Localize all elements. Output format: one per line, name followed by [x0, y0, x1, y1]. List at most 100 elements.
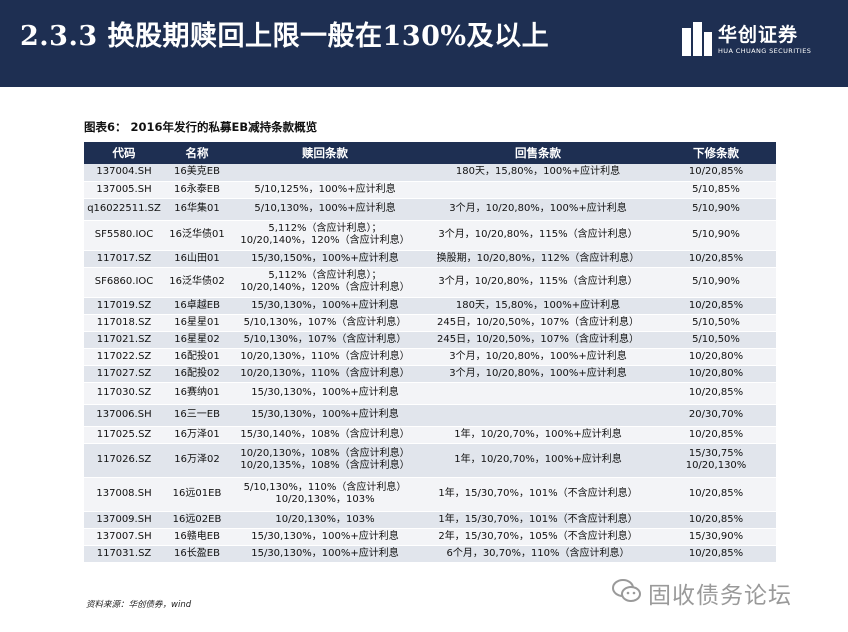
table-row: SF5580.IOC 16泛华债01 5,112%（含应计利息）； 10/20,14…	[84, 220, 776, 251]
cell-put: 6个月，30,70%，110%（含应计利息）	[420, 545, 656, 563]
cell-redeem: 5/10,130%，107%（含应计利息）	[230, 331, 420, 349]
cell-name: 16三一EB	[164, 404, 230, 427]
table-row: 117021.SZ 16星星02 5/10,130%，107%（含应计利息） 245日…	[84, 331, 776, 349]
cell-name: 16星星01	[164, 314, 230, 332]
cell-put: 换股期，10/20,80%，112%（含应计利息）	[420, 250, 656, 268]
cell-code: 117021.SZ	[84, 331, 164, 349]
cell-code: 137009.SH	[84, 511, 164, 529]
table-row: 137006.SH 16三一EB 15/30,130%，100%+应计利息 20/30…	[84, 404, 776, 427]
table-row: 117017.SZ 16山田01 15/30,150%，100%+应计利息 换股期，1…	[84, 250, 776, 268]
cell-put	[420, 382, 656, 405]
logo-icon	[682, 22, 712, 56]
cell-name: 16赣电EB	[164, 528, 230, 546]
cell-put	[420, 181, 656, 199]
cell-put: 245日，10/20,50%，107%（含应计利息）	[420, 331, 656, 349]
cell-redeem: 15/30,130%，100%+应计利息	[230, 297, 420, 315]
cell-name: 16华集01	[164, 198, 230, 221]
cell-redeem: 15/30,130%，100%+应计利息	[230, 545, 420, 563]
cell-down: 10/20,85%	[656, 297, 776, 315]
cell-name: 16山田01	[164, 250, 230, 268]
table-row: 117022.SZ 16配投01 10/20,130%，110%（含应计利息） 3个月…	[84, 348, 776, 366]
table-row: 137008.SH 16远01EB 5/10,130%，110%（含应计利息） 10…	[84, 477, 776, 512]
logo-text-cn: 华创证券	[718, 24, 799, 46]
column-header-redeem: 赎回条款	[230, 142, 420, 164]
eb-terms-table: 代码 名称 赎回条款 回售条款 下修条款 137004.SH 16美克EB 180天…	[84, 142, 776, 563]
cell-code: 137008.SH	[84, 477, 164, 512]
cell-redeem: 15/30,140%，108%（含应计利息）	[230, 426, 420, 444]
cell-down: 10/20,85%	[656, 545, 776, 563]
cell-down: 15/30,75% 10/20,130%	[656, 443, 776, 478]
cell-redeem: 15/30,130%，100%+应计利息	[230, 382, 420, 405]
cell-put: 245日，10/20,50%，107%（含应计利息）	[420, 314, 656, 332]
cell-redeem: 15/30,130%，100%+应计利息	[230, 404, 420, 427]
watermark-text: 固收债务论坛	[648, 583, 792, 609]
cell-name: 16永泰EB	[164, 181, 230, 199]
cell-down: 10/20,85%	[656, 250, 776, 268]
table-row: 137005.SH 16永泰EB 5/10,125%，100%+应计利息 5/10,8…	[84, 181, 776, 199]
table-body: 137004.SH 16美克EB 180天，15,80%，100%+应计利息 10/2…	[84, 164, 776, 563]
table-row: 117019.SZ 16卓越EB 15/30,130%，100%+应计利息 180天，…	[84, 297, 776, 315]
cell-down: 5/10,50%	[656, 331, 776, 349]
cell-name: 16泛华债01	[164, 220, 230, 251]
table-row: SF6860.IOC 16泛华债02 5,112%（含应计利息）； 10/20,14…	[84, 267, 776, 298]
cell-name: 16万泽02	[164, 443, 230, 478]
slide-header: 2.3.3 换股期赎回上限一般在130%及以上 华创证券 HUA CHUANG …	[0, 0, 848, 87]
cell-redeem: 10/20,130%，108%（含应计利息） 10/20,135%，108%（含…	[230, 443, 420, 478]
cell-code: 117019.SZ	[84, 297, 164, 315]
cell-redeem: 5/10,125%，100%+应计利息	[230, 181, 420, 199]
cell-code: 117025.SZ	[84, 426, 164, 444]
cell-down: 10/20,85%	[656, 164, 776, 182]
cell-down: 10/20,85%	[656, 426, 776, 444]
table-row: 117025.SZ 16万泽01 15/30,140%，108%（含应计利息） 1年，…	[84, 426, 776, 444]
cell-code: 117031.SZ	[84, 545, 164, 563]
table-row: 117026.SZ 16万泽02 10/20,130%，108%（含应计利息） 10…	[84, 443, 776, 478]
cell-put: 2年，15/30,70%，105%（不含应计利息）	[420, 528, 656, 546]
cell-code: 137004.SH	[84, 164, 164, 182]
cell-redeem: 5,112%（含应计利息）； 10/20,140%，120%（含应计利息）	[230, 267, 420, 298]
cell-name: 16美克EB	[164, 164, 230, 182]
cell-name: 16卓越EB	[164, 297, 230, 315]
table-row: 117030.SZ 16赛纳01 15/30,130%，100%+应计利息 10/20…	[84, 382, 776, 405]
cell-put: 1年，15/30,70%，101%（不含应计利息）	[420, 477, 656, 512]
column-header-name: 名称	[164, 142, 230, 164]
cell-down: 5/10,50%	[656, 314, 776, 332]
cell-code: 117022.SZ	[84, 348, 164, 366]
cell-name: 16远02EB	[164, 511, 230, 529]
cell-name: 16泛华债02	[164, 267, 230, 298]
column-header-down: 下修条款	[656, 142, 776, 164]
table-caption: 图表6： 2016年发行的私募EB减持条款概览	[84, 120, 318, 134]
cell-code: SF5580.IOC	[84, 220, 164, 251]
cell-put: 3个月，10/20,80%，100%+应计利息	[420, 198, 656, 221]
cell-put: 180天，15,80%，100%+应计利息	[420, 164, 656, 182]
cell-code: 117017.SZ	[84, 250, 164, 268]
wechat-icon	[612, 579, 641, 602]
company-logo: 华创证券 HUA CHUANG SECURITIES	[682, 20, 832, 66]
cell-redeem: 10/20,130%，110%（含应计利息）	[230, 365, 420, 383]
cell-code: 137007.SH	[84, 528, 164, 546]
table-row: 117031.SZ 16长盈EB 15/30,130%，100%+应计利息 6个月，3…	[84, 545, 776, 563]
cell-redeem: 10/20,130%，110%（含应计利息）	[230, 348, 420, 366]
cell-name: 16星星02	[164, 331, 230, 349]
cell-name: 16配投02	[164, 365, 230, 383]
cell-put: 180天，15,80%，100%+应计利息	[420, 297, 656, 315]
cell-name: 16配投01	[164, 348, 230, 366]
cell-redeem: 5/10,130%，107%（含应计利息）	[230, 314, 420, 332]
cell-code: 117027.SZ	[84, 365, 164, 383]
cell-down: 5/10,90%	[656, 220, 776, 251]
table-row: q16022511.SZ 16华集01 5/10,130%，100%+应计利息 3个月…	[84, 198, 776, 221]
cell-put	[420, 404, 656, 427]
cell-redeem: 5/10,130%，100%+应计利息	[230, 198, 420, 221]
cell-down: 10/20,80%	[656, 365, 776, 383]
cell-name: 16万泽01	[164, 426, 230, 444]
cell-code: 117026.SZ	[84, 443, 164, 478]
logo-text-en: HUA CHUANG SECURITIES	[718, 47, 812, 55]
wechat-watermark: 固收债务论坛	[612, 574, 832, 609]
cell-down: 15/30,90%	[656, 528, 776, 546]
slide-title: 2.3.3 换股期赎回上限一般在130%及以上	[20, 21, 550, 52]
cell-redeem: 5/10,130%，110%（含应计利息） 10/20,130%，103%	[230, 477, 420, 512]
cell-put: 1年，10/20,70%，100%+应计利息	[420, 426, 656, 444]
table-row: 117027.SZ 16配投02 10/20,130%，110%（含应计利息） 3个月…	[84, 365, 776, 383]
column-header-put: 回售条款	[420, 142, 656, 164]
cell-name: 16长盈EB	[164, 545, 230, 563]
table-row: 137009.SH 16远02EB 10/20,130%，103% 1年，15/30,…	[84, 511, 776, 529]
